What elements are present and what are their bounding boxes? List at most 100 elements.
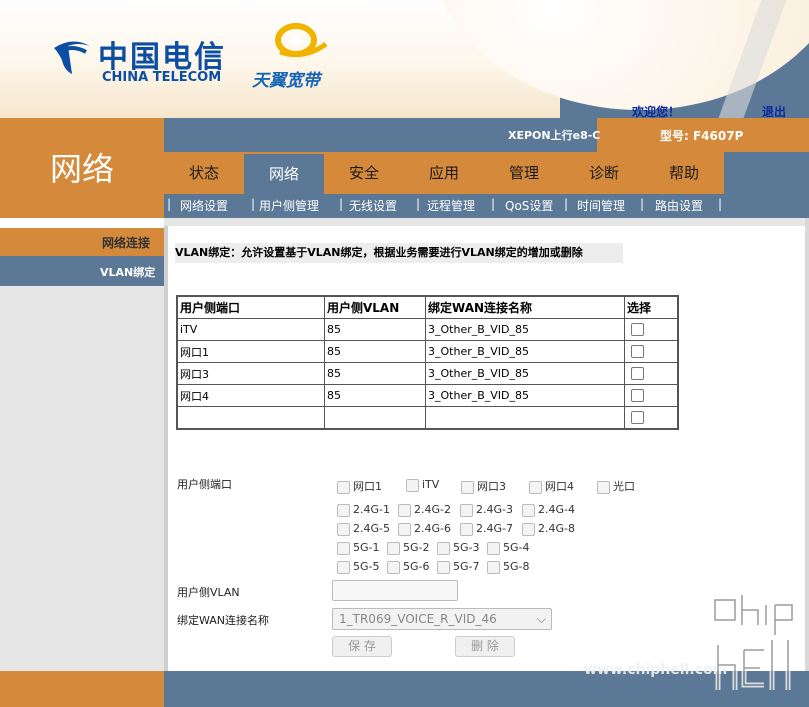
port-label-text: 5G-7 bbox=[453, 560, 480, 573]
row-select-checkbox[interactable] bbox=[631, 411, 644, 425]
section-title: 网络 bbox=[49, 150, 114, 188]
port-label-text: 5G-4 bbox=[503, 541, 530, 554]
cell-vlan: 85 bbox=[324, 384, 426, 407]
row-select-checkbox[interactable] bbox=[631, 345, 644, 359]
sub-brand-name: 天翼宽带 bbox=[252, 71, 320, 91]
checkbox[interactable] bbox=[398, 503, 411, 517]
cell-wan: 3_Other_B_VID_85 bbox=[425, 384, 625, 407]
tab-management[interactable]: 管理 bbox=[484, 152, 564, 194]
content-top-border bbox=[164, 218, 809, 226]
tab-security[interactable]: 安全 bbox=[324, 152, 404, 194]
col-header-wan: 绑定WAN连接名称 bbox=[425, 295, 625, 319]
port-checkbox-5g-8[interactable]: 5G-8 bbox=[487, 560, 530, 574]
subnav-user-side[interactable]: 用户侧管理 bbox=[259, 197, 319, 214]
port-label: 用户侧端口 bbox=[177, 478, 232, 491]
checkbox[interactable] bbox=[460, 503, 473, 517]
checkbox[interactable] bbox=[387, 541, 400, 555]
subnav-qos[interactable]: QoS设置 bbox=[505, 197, 553, 214]
port-checkbox-5g-7[interactable]: 5G-7 bbox=[437, 560, 480, 574]
checkbox[interactable] bbox=[487, 541, 500, 555]
tab-network[interactable]: 网络 bbox=[244, 152, 324, 194]
row-select-checkbox[interactable] bbox=[631, 367, 644, 381]
port-label-text: 5G-2 bbox=[403, 541, 430, 554]
port-checkbox-lan1[interactable]: 网口1 bbox=[337, 478, 382, 494]
port-checkbox-5g-2[interactable]: 5G-2 bbox=[387, 541, 430, 555]
port-checkbox-24g-4[interactable]: 2.4G-4 bbox=[522, 503, 575, 517]
port-label-text: 2.4G-6 bbox=[414, 522, 451, 535]
checkbox[interactable] bbox=[387, 560, 400, 574]
checkbox[interactable] bbox=[337, 541, 350, 555]
checkbox[interactable] bbox=[487, 560, 500, 574]
port-checkbox-24g-6[interactable]: 2.4G-6 bbox=[398, 522, 451, 536]
footer-left bbox=[0, 671, 164, 707]
sidebar-top-gap bbox=[0, 218, 164, 228]
header: 中国电信 CHINA TELECOM 天翼宽带 bbox=[0, 0, 809, 118]
port-checkbox-5g-1[interactable]: 5G-1 bbox=[337, 541, 380, 555]
checkbox[interactable] bbox=[597, 480, 610, 494]
vlan-binding-table: 用户侧端口 用户侧VLAN 绑定WAN连接名称 选择 iTV 85 3_Othe… bbox=[176, 295, 679, 430]
checkbox[interactable] bbox=[437, 560, 450, 574]
port-label-text: 5G-6 bbox=[403, 560, 430, 573]
subnav-separator: | bbox=[491, 197, 496, 211]
cell-port: 网口3 bbox=[176, 362, 325, 385]
checkbox[interactable] bbox=[529, 480, 542, 494]
wan-select[interactable]: 1_TR069_VOICE_R_VID_46 ⌵ bbox=[332, 608, 552, 630]
port-checkbox-5g-3[interactable]: 5G-3 bbox=[437, 541, 480, 555]
port-checkbox-24g-1[interactable]: 2.4G-1 bbox=[337, 503, 390, 517]
port-checkbox-itv[interactable]: iTV bbox=[406, 478, 439, 492]
checkbox[interactable] bbox=[461, 480, 474, 494]
col-header-select: 选择 bbox=[624, 295, 679, 319]
port-checkbox-5g-4[interactable]: 5G-4 bbox=[487, 541, 530, 555]
checkbox[interactable] bbox=[522, 503, 535, 517]
vlan-input[interactable] bbox=[332, 580, 458, 601]
checkbox[interactable] bbox=[337, 480, 350, 494]
port-label-text: iTV bbox=[422, 478, 440, 491]
port-checkbox-24g-8[interactable]: 2.4G-8 bbox=[522, 522, 575, 536]
port-checkbox-lan3[interactable]: 网口3 bbox=[461, 478, 506, 494]
port-checkbox-optical[interactable]: 光口 bbox=[597, 478, 635, 494]
access-type: XEPON上行e8-C bbox=[508, 129, 601, 142]
row-select-checkbox[interactable] bbox=[631, 389, 644, 403]
checkbox[interactable] bbox=[522, 522, 535, 536]
subnav-time[interactable]: 时间管理 bbox=[577, 197, 625, 214]
port-checkbox-24g-7[interactable]: 2.4G-7 bbox=[460, 522, 513, 536]
port-label-text: 2.4G-4 bbox=[538, 503, 575, 516]
port-checkbox-5g-6[interactable]: 5G-6 bbox=[387, 560, 430, 574]
subnav-wireless[interactable]: 无线设置 bbox=[349, 197, 397, 214]
checkbox[interactable] bbox=[337, 560, 350, 574]
cell-select bbox=[624, 384, 679, 407]
port-checkbox-lan4[interactable]: 网口4 bbox=[529, 478, 574, 494]
port-checkbox-5g-5[interactable]: 5G-5 bbox=[337, 560, 380, 574]
tab-help[interactable]: 帮助 bbox=[644, 152, 724, 194]
cell-wan: 3_Other_B_VID_85 bbox=[425, 362, 625, 385]
cell-vlan: 85 bbox=[324, 318, 426, 341]
checkbox[interactable] bbox=[437, 541, 450, 555]
checkbox[interactable] bbox=[406, 478, 419, 492]
tab-status[interactable]: 状态 bbox=[164, 152, 244, 194]
cell-port bbox=[176, 406, 325, 430]
delete-button[interactable]: 删 除 bbox=[455, 636, 515, 657]
port-checkbox-24g-3[interactable]: 2.4G-3 bbox=[460, 503, 513, 517]
checkbox[interactable] bbox=[398, 522, 411, 536]
china-telecom-logo: 中国电信 CHINA TELECOM bbox=[48, 30, 238, 90]
checkbox[interactable] bbox=[460, 522, 473, 536]
subnav-routing[interactable]: 路由设置 bbox=[655, 197, 703, 214]
checkbox[interactable] bbox=[337, 522, 350, 536]
wan-label: 绑定WAN连接名称 bbox=[177, 614, 270, 627]
subnav-separator: | bbox=[167, 197, 172, 211]
tab-diagnosis[interactable]: 诊断 bbox=[564, 152, 644, 194]
port-label-text: 2.4G-8 bbox=[538, 522, 575, 535]
tab-application[interactable]: 应用 bbox=[404, 152, 484, 194]
row-select-checkbox[interactable] bbox=[631, 323, 644, 337]
watermark-url: www.chiphell.com bbox=[584, 662, 728, 678]
subnav-network-settings[interactable]: 网络设置 bbox=[180, 197, 228, 214]
checkbox[interactable] bbox=[337, 503, 350, 517]
save-button[interactable]: 保 存 bbox=[332, 636, 392, 657]
subnav-remote[interactable]: 远程管理 bbox=[427, 197, 475, 214]
cell-wan: 3_Other_B_VID_85 bbox=[425, 340, 625, 363]
port-checkbox-24g-2[interactable]: 2.4G-2 bbox=[398, 503, 451, 517]
subnav-separator: | bbox=[416, 197, 421, 211]
port-checkbox-24g-5[interactable]: 2.4G-5 bbox=[337, 522, 390, 536]
table-row bbox=[176, 406, 679, 430]
table-row: iTV 85 3_Other_B_VID_85 bbox=[176, 318, 679, 341]
